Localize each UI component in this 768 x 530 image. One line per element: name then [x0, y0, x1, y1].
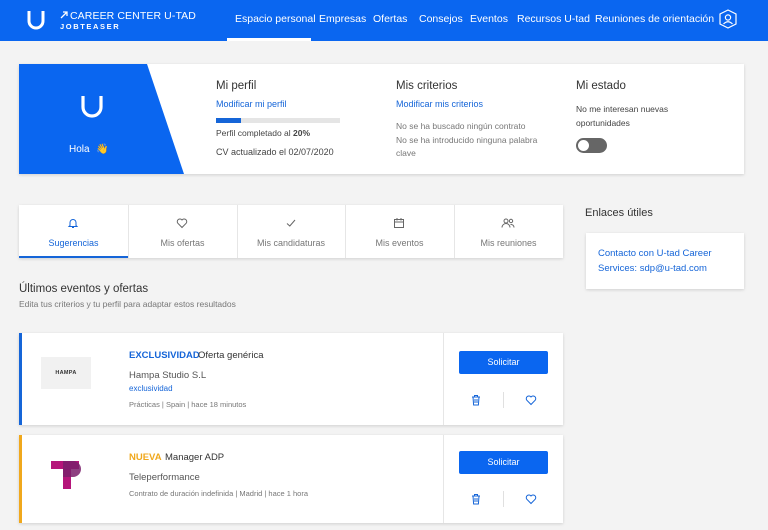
tab-mis-candidaturas[interactable]: Mis candidaturas [237, 205, 345, 258]
enlaces-card: Contacto con U-tad Career Services: sdp@… [586, 233, 744, 289]
apply-button[interactable]: Solicitar [459, 451, 548, 474]
nav-reuniones[interactable]: Reuniones de orientación [595, 13, 714, 25]
offer-title[interactable]: Oferta genérica [198, 350, 263, 361]
contacto-link-line-1[interactable]: Contacto con U-tad Career [598, 248, 712, 259]
top-nav: CAREER CENTER U-TAD JOBTEASER Espacio pe… [0, 0, 768, 41]
modificar-perfil-link[interactable]: Modificar mi perfil [216, 99, 287, 109]
criterios-title: Mis criterios [396, 80, 458, 92]
tab-label: Mis ofertas [160, 238, 205, 248]
estado-line-1: No me interesan nuevas [576, 104, 669, 114]
trash-icon[interactable] [470, 394, 482, 406]
tab-active-indicator [19, 256, 128, 258]
tab-sugerencias[interactable]: Sugerencias [19, 205, 128, 258]
criterios-line-1: No se ha buscado ningún contrato [396, 121, 526, 131]
user-icon[interactable] [718, 9, 738, 29]
greeting-text: Hola [69, 144, 90, 155]
list-title: Últimos eventos y ofertas [19, 283, 149, 295]
apply-button[interactable]: Solicitar [459, 351, 548, 374]
people-icon [501, 218, 515, 228]
enlaces-title: Enlaces útiles [585, 207, 653, 219]
estado-line-2: oportunidades [576, 118, 630, 128]
cv-updated-text: CV actualizado el 02/07/2020 [216, 147, 334, 157]
brand-arrow-icon [60, 11, 68, 19]
calendar-icon [394, 218, 404, 228]
hampa-logo: HAMPA [41, 357, 91, 389]
nav-empresas[interactable]: Empresas [319, 13, 366, 25]
greeting: Hola 👋 [69, 144, 109, 155]
tab-label: Mis reuniones [480, 238, 537, 248]
offer-title[interactable]: Manager ADP [165, 452, 224, 463]
nav-eventos[interactable]: Eventos [470, 13, 508, 25]
tab-mis-eventos[interactable]: Mis eventos [345, 205, 454, 258]
profile-card: Hola 👋 Mi perfil Modificar mi perfil Per… [19, 64, 744, 174]
brand-subtitle: JOBTEASER [60, 22, 121, 31]
profile-completion-value: 20% [293, 128, 311, 138]
offer-card-teleperformance[interactable]: NUEVA Manager ADP Teleperformance Contra… [19, 435, 563, 523]
nav-consejos[interactable]: Consejos [419, 13, 463, 25]
hampa-logo-text: HAMPA [55, 370, 77, 376]
bell-icon [67, 219, 79, 228]
mi-perfil-title: Mi perfil [216, 80, 257, 92]
brand-title: CAREER CENTER U-TAD [70, 10, 196, 22]
estado-toggle[interactable] [576, 138, 607, 153]
heart-icon [176, 218, 188, 229]
tabs-bar: Sugerencias Mis ofertas Mis candidaturas… [19, 205, 563, 258]
check-icon [286, 219, 296, 227]
tab-label: Mis eventos [375, 238, 424, 248]
offer-divider [443, 435, 444, 523]
toggle-knob [578, 140, 589, 151]
profile-banner [19, 64, 184, 174]
offer-company: Teleperformance [129, 472, 200, 483]
profile-completion-prefix: Perfil completado al [216, 128, 294, 138]
heart-icon[interactable] [525, 493, 537, 505]
offer-meta: Contrato de duración indefinida | Madrid… [129, 489, 309, 498]
criterios-line-2: No se ha introducido ninguna palabra [396, 135, 538, 145]
offer-divider [443, 333, 444, 425]
u-tad-avatar-icon [81, 96, 103, 118]
offer-tag-nueva: NUEVA [129, 452, 162, 463]
offer-meta: Prácticas | Spain | hace 18 minutos [129, 400, 247, 409]
estado-title: Mi estado [576, 80, 626, 92]
tab-mis-ofertas[interactable]: Mis ofertas [128, 205, 237, 258]
trash-icon[interactable] [470, 493, 482, 505]
offer-company: Hampa Studio S.L [129, 370, 207, 381]
exclusive-bar [19, 333, 22, 425]
profile-progress-fill [216, 118, 241, 123]
tab-label: Sugerencias [48, 238, 99, 248]
tab-mis-reuniones[interactable]: Mis reuniones [454, 205, 563, 258]
offer-tag-exclusividad: EXCLUSIVIDAD [129, 350, 200, 361]
nav-recursos[interactable]: Recursos U-tad [517, 13, 590, 25]
contacto-link-line-2[interactable]: Services: sdp@u-tad.com [598, 263, 707, 274]
nav-ofertas[interactable]: Ofertas [373, 13, 407, 25]
list-subtitle: Edita tus criterios y tu perfil para ada… [19, 299, 236, 309]
nav-espacio-personal[interactable]: Espacio personal [235, 13, 316, 25]
profile-progress-bar [216, 118, 340, 123]
heart-icon[interactable] [525, 394, 537, 406]
modificar-criterios-link[interactable]: Modificar mis criterios [396, 99, 483, 109]
tab-label: Mis candidaturas [256, 238, 326, 248]
criterios-line-3: clave [396, 148, 416, 158]
nav-active-indicator [227, 38, 311, 41]
u-tad-logo-icon[interactable] [26, 9, 46, 31]
action-divider [503, 491, 504, 507]
waving-hand-icon: 👋 [96, 144, 109, 155]
profile-completion-text: Perfil completado al 20% [216, 128, 310, 138]
action-divider [503, 392, 504, 408]
teleperformance-logo [51, 461, 81, 489]
offer-card-hampa[interactable]: HAMPA EXCLUSIVIDAD Oferta genérica Hampa… [19, 333, 563, 425]
offer-badge: exclusividad [129, 384, 173, 393]
new-bar [19, 435, 22, 523]
